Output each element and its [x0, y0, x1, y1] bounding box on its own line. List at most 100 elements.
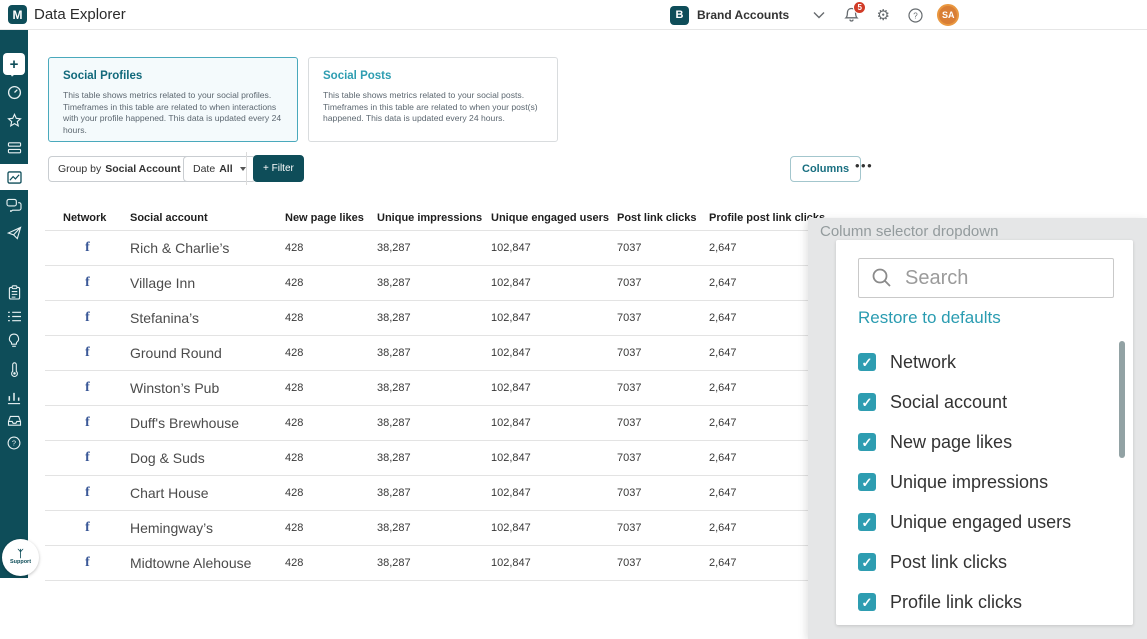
column-option-network[interactable]: Network — [858, 342, 1114, 382]
facebook-icon: f — [85, 485, 90, 501]
column-option-unique-impressions[interactable]: Unique impressions — [858, 462, 1114, 502]
columns-button[interactable]: Columns — [790, 156, 861, 182]
column-header-new-page-likes: New page likes — [285, 212, 377, 224]
checkbox-checked-icon[interactable] — [858, 433, 876, 451]
svg-text:?: ? — [913, 11, 918, 20]
social-account-name: Winston’s Pub — [130, 380, 285, 396]
social-account-name: Rich & Charlie’s — [130, 240, 285, 256]
unique-impressions-value: 38,287 — [377, 452, 491, 464]
checkbox-checked-icon[interactable] — [858, 513, 876, 531]
sidebar-tasks-clipboard-icon[interactable] — [0, 280, 28, 304]
sidebar-messages-icon[interactable] — [0, 193, 28, 217]
checkbox-checked-icon[interactable] — [858, 393, 876, 411]
card-social-profiles[interactable]: Social Profiles This table shows metrics… — [48, 57, 298, 142]
dropdown-scrollbar-thumb[interactable] — [1119, 341, 1125, 458]
sidebar-create-plus-icon[interactable]: + — [3, 53, 25, 75]
unique-impressions-value: 38,287 — [377, 417, 491, 429]
sidebar-star-icon[interactable] — [0, 108, 28, 132]
sidebar-vitals-thermometer-icon[interactable] — [0, 358, 28, 382]
user-avatar[interactable]: SA — [937, 4, 959, 26]
unique-impressions-value: 38,287 — [377, 242, 491, 254]
sidebar-inbox-tray-icon[interactable] — [0, 409, 28, 433]
card-social-profiles-description: This table shows metrics related to your… — [63, 90, 283, 136]
social-account-name: Midtowne Alehouse — [130, 555, 285, 571]
add-filter-button[interactable]: + Filter — [253, 155, 304, 182]
date-label: Date — [193, 163, 215, 175]
unique-engaged-users-value: 102,847 — [491, 487, 617, 499]
facebook-icon: f — [85, 275, 90, 291]
unique-engaged-users-value: 102,847 — [491, 277, 617, 289]
svg-text:?: ? — [12, 439, 16, 448]
column-search-box[interactable] — [858, 258, 1114, 298]
sidebar-feeds-icon[interactable] — [0, 136, 28, 160]
post-link-clicks-value: 7037 — [617, 522, 709, 534]
table-row: f Winston’s Pub 428 38,287 102,847 7037 … — [45, 371, 855, 406]
more-options-button[interactable]: ••• — [855, 158, 873, 173]
column-option-unique-engaged-users[interactable]: Unique engaged users — [858, 502, 1114, 542]
notifications-bell-icon[interactable]: 5 — [843, 7, 859, 23]
checkbox-checked-icon[interactable] — [858, 353, 876, 371]
column-header-unique-impressions: Unique impressions — [377, 212, 491, 224]
help-icon[interactable]: ? — [907, 7, 923, 23]
sidebar-reports-icon-selected[interactable] — [0, 164, 28, 190]
date-dropdown[interactable]: Date All — [183, 156, 256, 182]
column-option-profile-link-clicks[interactable]: Profile link clicks — [858, 582, 1114, 622]
post-link-clicks-value: 7037 — [617, 312, 709, 324]
checkbox-checked-icon[interactable] — [858, 593, 876, 611]
support-button[interactable]: ᛉ Support — [2, 539, 39, 576]
post-link-clicks-value: 7037 — [617, 242, 709, 254]
restore-defaults-link[interactable]: Restore to defaults — [858, 308, 1001, 328]
metrics-table: Network Social account New page likes Un… — [45, 205, 855, 581]
group-by-value: Social Account — [105, 163, 180, 175]
facebook-icon: f — [85, 520, 90, 536]
unique-engaged-users-value: 102,847 — [491, 347, 617, 359]
toolbar-divider — [246, 152, 247, 185]
brand-account-logo: B — [670, 6, 689, 25]
column-option-social-account[interactable]: Social account — [858, 382, 1114, 422]
unique-engaged-users-value: 102,847 — [491, 382, 617, 394]
new-page-likes-value: 428 — [285, 417, 377, 429]
group-by-dropdown[interactable]: Group by Social Account — [48, 156, 204, 182]
date-value: All — [219, 163, 232, 175]
social-account-name: Chart House — [130, 485, 285, 501]
support-label: Support — [10, 559, 31, 565]
column-option-label: Profile link clicks — [890, 592, 1022, 613]
unique-engaged-users-value: 102,847 — [491, 522, 617, 534]
post-link-clicks-value: 7037 — [617, 557, 709, 569]
table-row: f Rich & Charlie’s 428 38,287 102,847 70… — [45, 231, 855, 266]
social-account-name: Dog & Suds — [130, 450, 285, 466]
column-search-input[interactable] — [905, 267, 1085, 290]
sidebar-dashboard-icon[interactable] — [0, 80, 28, 104]
table-row: f Chart House 428 38,287 102,847 7037 2,… — [45, 476, 855, 511]
unique-impressions-value: 38,287 — [377, 312, 491, 324]
sidebar-analytics-chart-icon[interactable] — [0, 386, 28, 410]
checkbox-checked-icon[interactable] — [858, 473, 876, 491]
sidebar-queue-list-icon[interactable] — [0, 304, 28, 328]
sidebar-help-icon[interactable]: ? — [0, 431, 28, 455]
column-header-social-account: Social account — [130, 212, 285, 224]
unique-impressions-value: 38,287 — [377, 382, 491, 394]
new-page-likes-value: 428 — [285, 312, 377, 324]
column-selector-card: Restore to defaults Network Social accou… — [836, 240, 1133, 625]
new-page-likes-value: 428 — [285, 277, 377, 289]
checkbox-checked-icon[interactable] — [858, 553, 876, 571]
table-row: f Ground Round 428 38,287 102,847 7037 2… — [45, 336, 855, 371]
column-option-label: Post link clicks — [890, 552, 1007, 573]
table-row: f Stefanina’s 428 38,287 102,847 7037 2,… — [45, 301, 855, 336]
unique-engaged-users-value: 102,847 — [491, 242, 617, 254]
social-account-name: Hemingway’s — [130, 520, 285, 536]
chevron-down-icon[interactable] — [811, 7, 827, 23]
brand-account-name[interactable]: Brand Accounts — [697, 8, 789, 22]
column-option-label: Unique impressions — [890, 472, 1048, 493]
settings-gear-icon[interactable]: ⚙ — [875, 7, 891, 23]
chevron-down-icon — [240, 167, 246, 171]
app-logo: M — [8, 5, 27, 24]
table-row: f Duff's Brewhouse 428 38,287 102,847 70… — [45, 406, 855, 441]
sidebar-publishing-icon[interactable] — [0, 221, 28, 245]
column-option-post-link-clicks[interactable]: Post link clicks — [858, 542, 1114, 582]
sidebar-listening-lightbulb-icon[interactable] — [0, 329, 28, 353]
column-option-new-page-likes[interactable]: New page likes — [858, 422, 1114, 462]
card-social-posts[interactable]: Social Posts This table shows metrics re… — [308, 57, 558, 142]
table-header-row: Network Social account New page likes Un… — [45, 205, 855, 231]
new-page-likes-value: 428 — [285, 487, 377, 499]
